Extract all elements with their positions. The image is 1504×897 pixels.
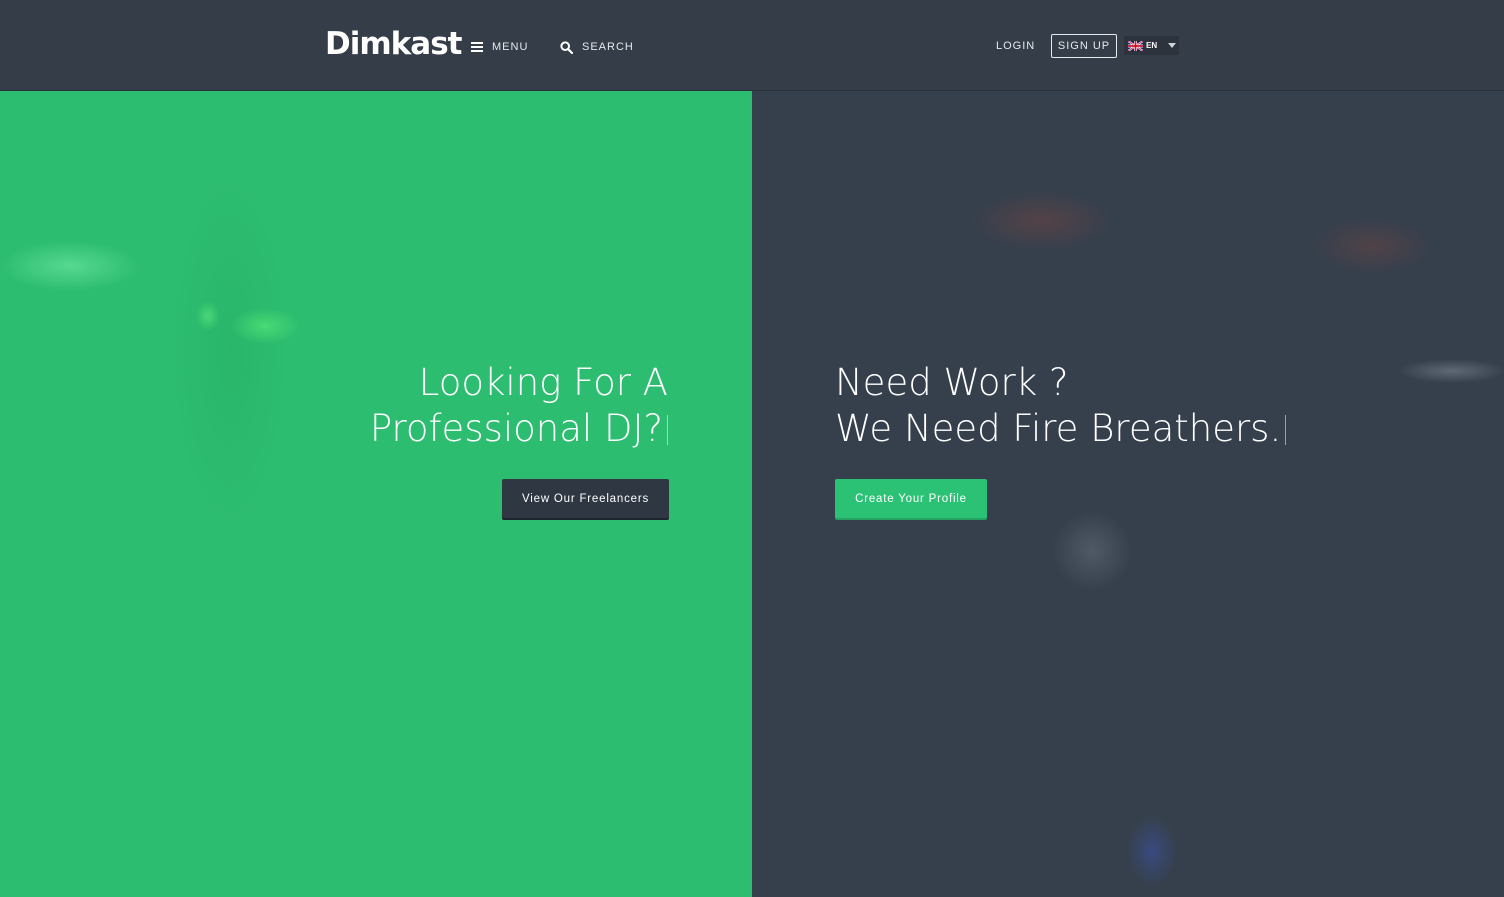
hire-heading-line-2: Professional DJ? xyxy=(370,406,668,452)
hamburger-icon xyxy=(471,42,483,52)
work-heading: Need Work ? We Need Fire Breathers. xyxy=(835,360,1287,452)
language-selector[interactable]: EN xyxy=(1124,36,1179,55)
typing-cursor xyxy=(1285,415,1287,445)
dimkast-logo[interactable]: Dimkast xyxy=(325,26,462,62)
hire-heading-line-1: Looking For A xyxy=(418,361,668,404)
signup-button[interactable]: SIGN UP xyxy=(1051,34,1117,58)
uk-flag-icon xyxy=(1128,40,1143,51)
menu-label: MENU xyxy=(492,41,529,53)
login-link[interactable]: LOGIN xyxy=(996,38,1035,54)
create-profile-button[interactable]: Create Your Profile xyxy=(835,479,987,518)
typing-cursor xyxy=(667,415,668,445)
language-code: EN xyxy=(1146,41,1158,50)
menu-button[interactable]: MENU xyxy=(471,38,528,56)
view-freelancers-button[interactable]: View Our Freelancers xyxy=(502,479,669,518)
work-heading-line-2: We Need Fire Breathers. xyxy=(835,406,1287,452)
work-heading-line-1: Need Work ? xyxy=(835,361,1069,404)
hire-heading-line-2-text: Professional DJ? xyxy=(369,407,663,450)
work-heading-line-2-text: We Need Fire Breathers. xyxy=(835,407,1282,450)
search-icon xyxy=(560,40,573,54)
chevron-down-icon xyxy=(1168,43,1177,48)
search-label: SEARCH xyxy=(582,41,634,53)
hire-heading: Looking For A Professional DJ? xyxy=(370,360,668,452)
top-navigation-bar: Dimkast MENU SEARCH LOGIN SIGN UP EN xyxy=(0,0,1504,91)
search-button[interactable]: SEARCH xyxy=(560,38,634,56)
